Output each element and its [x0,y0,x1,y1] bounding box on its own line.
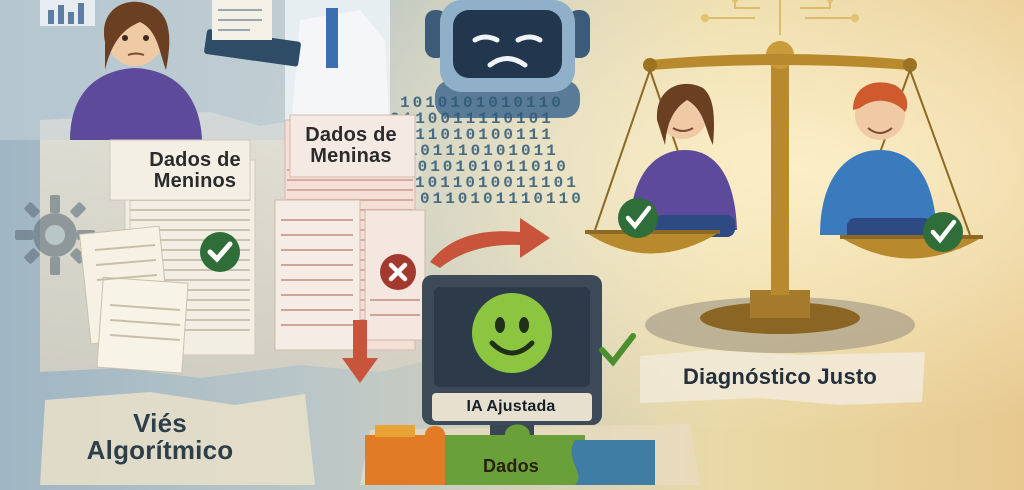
boys-data-label: Dados de Meninos [149,149,241,192]
arrow-right-icon [425,200,555,270]
data-puzzle-label: Dados [482,456,539,476]
balance-scale-icon [585,0,1005,360]
adjusted-ai-label: IA Ajustada [466,398,556,415]
smiley-icon [470,291,554,375]
girls-data-label: Dados de Meninas [305,124,397,167]
algorithmic-bias-label: Viés Algorítmico [86,408,234,466]
binary-line: 1010101010110 [400,94,564,112]
cross-icon [378,252,418,292]
fair-diagnosis-label: Diagnóstico Justo [682,364,878,389]
check-icon [198,230,242,274]
arrow-down-icon [340,320,380,385]
